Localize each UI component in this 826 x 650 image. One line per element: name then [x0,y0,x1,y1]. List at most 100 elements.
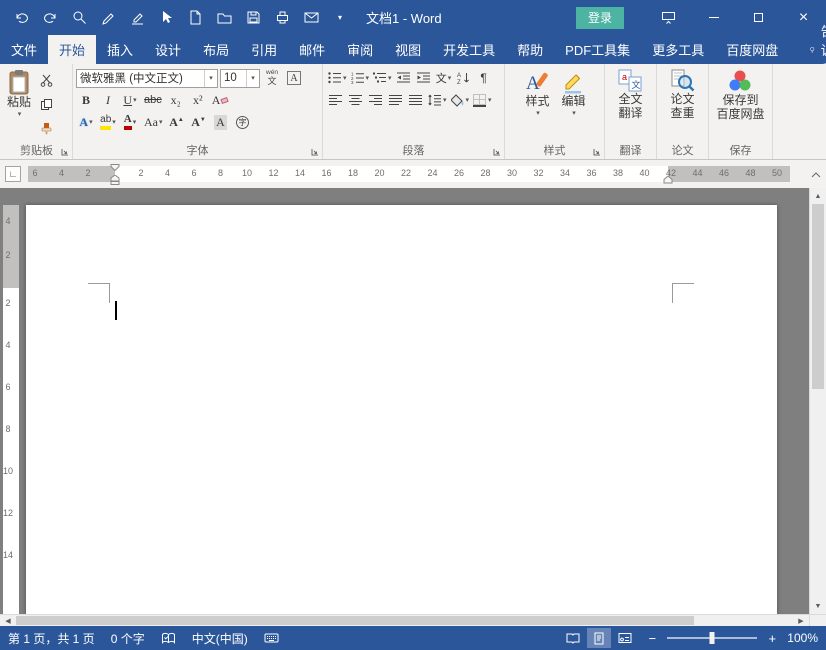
vertical-scrollbar[interactable]: ▲ ▼ [809,188,826,614]
zoom-slider-thumb[interactable] [710,632,715,644]
bold-button[interactable]: B [76,90,96,111]
first-line-indent-marker[interactable] [110,164,120,171]
tab-design[interactable]: 设计 [144,35,192,64]
line-spacing-button[interactable]: ▾ [426,90,449,111]
minimize-button[interactable] [691,0,736,35]
styles-dialog-launcher[interactable] [593,148,601,156]
shading-button[interactable]: ▾ [449,90,472,111]
word-count[interactable]: 0 个字 [111,630,145,647]
vertical-scroll-thumb[interactable] [812,204,824,389]
tab-insert[interactable]: 插入 [96,35,144,64]
enclose-characters-button[interactable]: 字 [233,112,253,133]
zoom-level[interactable]: 100% [787,631,818,645]
mail-button[interactable] [303,10,319,26]
tab-mailings[interactable]: 邮件 [288,35,336,64]
change-case-button[interactable]: Aa▾ [142,112,165,133]
font-name-combo[interactable]: 微软雅黑 (中文正文) ▾ [76,69,218,88]
tab-review[interactable]: 审阅 [336,35,384,64]
align-center-button[interactable] [346,90,366,111]
editing-button[interactable]: 编辑 ▾ [558,67,588,143]
format-painter-button[interactable] [36,118,56,139]
font-size-combo[interactable]: 10 ▾ [220,69,260,88]
bullets-button[interactable]: ▾ [326,68,349,89]
language-indicator[interactable]: 中文(中国) [192,630,248,647]
sort-button[interactable]: AZ [454,68,474,89]
paste-button[interactable]: 粘贴 ▾ [4,67,34,143]
phonetic-guide-button[interactable]: wén文 [262,68,282,89]
ribbon-display-options-button[interactable] [646,0,691,35]
tab-help[interactable]: 帮助 [506,35,554,64]
borders-button[interactable]: ▾ [471,90,494,111]
tab-home[interactable]: 开始 [48,35,96,64]
undo-button[interactable] [13,10,29,26]
grow-font-button[interactable]: A▲ [167,112,187,133]
tab-file[interactable]: 文件 [0,35,48,64]
tab-references[interactable]: 引用 [240,35,288,64]
hanging-indent-marker[interactable] [110,175,120,185]
copy-button[interactable] [36,94,56,115]
scroll-down-arrow[interactable]: ▼ [810,598,826,614]
input-mode-indicator[interactable] [264,632,279,644]
clipboard-dialog-launcher[interactable] [61,148,69,156]
tab-layout[interactable]: 布局 [192,35,240,64]
save-to-baidu-netdisk-button[interactable]: 保存到 百度网盘 [713,67,767,143]
align-left-button[interactable] [326,90,346,111]
multilevel-list-button[interactable]: ▾ [371,68,394,89]
character-border-button[interactable]: A [284,68,304,89]
text-effects-button[interactable]: A▾ [76,112,96,133]
horizontal-scroll-thumb[interactable] [16,616,694,625]
proofing-status[interactable] [161,632,176,645]
font-dialog-launcher[interactable] [311,148,319,156]
align-right-button[interactable] [366,90,386,111]
tab-more-tools[interactable]: 更多工具 [641,35,715,64]
print-button[interactable] [274,10,290,26]
increase-indent-button[interactable] [414,68,434,89]
paragraph-dialog-launcher[interactable] [493,148,501,156]
edit-button[interactable] [129,10,145,26]
strikethrough-button[interactable]: abc [142,90,164,111]
distribute-button[interactable] [406,90,426,111]
scroll-up-arrow[interactable]: ▲ [810,188,826,204]
select-button[interactable] [158,10,174,26]
highlight-color-button[interactable]: ab▾ [98,112,118,133]
new-document-button[interactable] [187,10,203,26]
redo-button[interactable] [42,10,58,26]
signin-button[interactable]: 登录 [576,7,624,29]
open-folder-button[interactable] [216,10,232,26]
tab-developer[interactable]: 开发工具 [432,35,506,64]
justify-button[interactable] [386,90,406,111]
clear-formatting-button[interactable]: A [210,90,231,111]
print-preview-button[interactable] [71,10,87,26]
tell-me-button[interactable]: 告诉我 [799,35,826,64]
zoom-in-button[interactable]: + [765,631,779,646]
horizontal-scroll-track[interactable] [16,615,793,626]
customize-quick-access-button[interactable]: ▾ [332,10,348,26]
asian-layout-button[interactable]: 文▾ [434,68,454,89]
maximize-button[interactable] [736,0,781,35]
styles-button[interactable]: A 样式 ▾ [520,67,554,143]
read-mode-button[interactable] [561,628,585,648]
zoom-out-button[interactable]: − [645,631,659,646]
tab-stop-selector[interactable]: ∟ [5,166,21,182]
print-layout-button[interactable] [587,628,611,648]
horizontal-scrollbar[interactable]: ◀ ▶ [0,614,826,626]
shrink-font-button[interactable]: A▼ [189,112,209,133]
save-button[interactable] [245,10,261,26]
underline-button[interactable]: U▾ [120,90,140,111]
tab-pdf-tools[interactable]: PDF工具集 [554,35,641,64]
character-shading-button[interactable]: A [211,112,231,133]
font-color-button[interactable]: A▾ [120,112,140,133]
web-layout-button[interactable] [613,628,637,648]
collapse-ribbon-button[interactable] [808,166,824,182]
page-indicator[interactable]: 第 1 页，共 1 页 [8,630,95,647]
document-page[interactable] [26,205,777,614]
zoom-slider[interactable] [667,637,757,639]
paper-check-button[interactable]: 论文 查重 [667,67,699,143]
full-text-translate-button[interactable]: a文 全文 翻译 [615,67,645,143]
scroll-right-arrow[interactable]: ▶ [793,615,809,626]
decrease-indent-button[interactable] [394,68,414,89]
italic-button[interactable]: I [98,90,118,111]
tab-view[interactable]: 视图 [384,35,432,64]
numbering-button[interactable]: 123▾ [349,68,372,89]
close-button[interactable]: × [781,0,826,35]
